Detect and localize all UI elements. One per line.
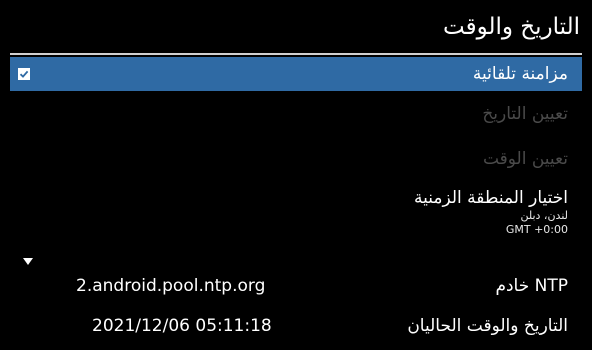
- current-datetime-label: التاريخ والوقت الحاليان: [407, 316, 568, 336]
- ntp-server-label: خادم NTP: [495, 276, 568, 296]
- ntp-server-row[interactable]: خادم NTP 2.android.pool.ntp.org: [10, 268, 582, 306]
- set-time-row[interactable]: تعيين الوقت: [10, 136, 582, 181]
- set-date-row[interactable]: تعيين التاريخ: [10, 91, 582, 136]
- ntp-server-value: 2.android.pool.ntp.org: [76, 276, 266, 296]
- page-title-text: التاريخ والوقت: [443, 13, 580, 40]
- set-date-label: تعيين التاريخ: [482, 103, 568, 124]
- timezone-offset: GMT +0:00: [505, 223, 568, 236]
- auto-sync-label: مزامنة تلقائية: [472, 64, 568, 84]
- auto-sync-row[interactable]: مزامنة تلقائية: [10, 57, 582, 91]
- title-divider: [10, 53, 582, 55]
- timezone-label: اختيار المنطقة الزمنية: [414, 188, 568, 208]
- down-arrow-icon[interactable]: [23, 258, 33, 265]
- timezone-city: لندن، دبلن: [520, 209, 568, 222]
- timezone-row[interactable]: اختيار المنطقة الزمنية لندن، دبلن GMT +0…: [10, 181, 582, 251]
- checkbox-checked-icon[interactable]: [18, 68, 30, 80]
- set-time-label: تعيين الوقت: [482, 148, 568, 169]
- current-datetime-row: التاريخ والوقت الحاليان 2021/12/06 05:11…: [10, 308, 582, 346]
- current-datetime-value: 2021/12/06 05:11:18: [92, 316, 272, 336]
- page-title: التاريخ والوقت: [0, 0, 592, 53]
- settings-list: مزامنة تلقائية تعيين التاريخ تعيين الوقت…: [10, 57, 582, 251]
